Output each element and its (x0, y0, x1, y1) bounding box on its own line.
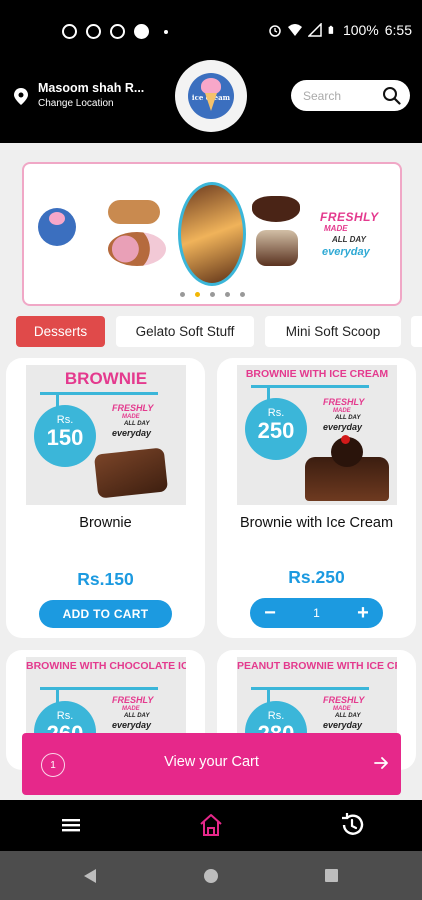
signal-icon (307, 23, 322, 37)
tab-gelato-soft-stuff[interactable]: Gelato Soft Stuff (116, 316, 254, 347)
image-title: BROWINE WITH CHOCOLATE ICE CREAM (26, 660, 186, 672)
search-input[interactable] (303, 88, 373, 103)
image-tag-allday: ALL DAY (335, 713, 361, 719)
banner-tagline-allday: ALL DAY (332, 235, 366, 244)
image-tag-freshly: FRESHLY (112, 403, 154, 413)
promo-banner[interactable]: FRESHLY MADE ALL DAY everyday (22, 162, 402, 306)
banner-tagline-made: MADE (324, 224, 348, 233)
image-tag-everyday: everyday (323, 422, 363, 432)
product-card-brownie[interactable]: BROWNIE Rs. 150 FRESHLY MADE ALL DAY eve… (6, 358, 205, 638)
product-price: Rs.150 (77, 569, 134, 589)
banner-dessert-image (252, 196, 300, 222)
image-tag-freshly: FRESHLY (112, 695, 154, 705)
status-bar: 100% 6:55 (0, 0, 422, 62)
back-icon[interactable] (83, 868, 97, 884)
image-tag-made: MADE (122, 706, 140, 712)
change-location-link[interactable]: Change Location (38, 98, 114, 109)
image-tag-freshly: FRESHLY (323, 695, 365, 705)
carousel-dot-active[interactable] (194, 292, 200, 297)
app-notification-icon (110, 24, 125, 39)
location-pin-icon[interactable] (14, 88, 28, 105)
battery-icon (328, 25, 334, 34)
image-tag-everyday: everyday (112, 428, 152, 438)
more-notifications-icon (164, 29, 168, 34)
status-right: 100% 6:55 (268, 22, 412, 38)
quantity-value: 1 (313, 606, 320, 620)
banner-main-dessert-image (178, 182, 246, 286)
search-icon[interactable] (382, 86, 401, 105)
view-cart-label: View your Cart (164, 754, 259, 770)
product-image[interactable]: BROWNIE Rs. 150 FRESHLY MADE ALL DAY eve… (26, 365, 186, 505)
image-title: PEANUT BROWNIE WITH ICE CREAM (237, 660, 397, 672)
carousel-dot[interactable] (179, 292, 185, 297)
menu-icon[interactable] (58, 812, 84, 838)
carousel-indicator (24, 292, 400, 297)
app-header: 100% 6:55 Masoom shah R... Change Locati… (0, 0, 422, 143)
recents-icon[interactable] (324, 868, 339, 883)
quantity-stepper[interactable]: − 1 + (250, 598, 383, 628)
tab-more[interactable] (411, 316, 422, 347)
carousel-dot[interactable] (239, 292, 245, 297)
brownie-picture (93, 447, 169, 499)
cherry-picture (341, 435, 350, 444)
app-notification-icon (86, 24, 101, 39)
tab-desserts[interactable]: Desserts (16, 316, 105, 347)
circle-notification-icon (134, 24, 149, 39)
brand-logo: ice cream (175, 60, 247, 132)
carousel-dot[interactable] (224, 292, 230, 297)
wifi-icon (287, 24, 302, 36)
image-tag-allday: ALL DAY (335, 415, 361, 421)
add-to-cart-button[interactable]: ADD TO CART (39, 600, 172, 628)
product-name: Brownie (79, 515, 132, 531)
logo-text: ice cream (191, 93, 231, 102)
carousel-dot[interactable] (209, 292, 215, 297)
image-title: BROWNIE WITH ICE CREAM (245, 368, 389, 380)
image-tag-made: MADE (333, 408, 351, 414)
home-circle-icon[interactable] (203, 868, 219, 884)
image-tag-allday: ALL DAY (124, 713, 150, 719)
home-icon[interactable] (198, 812, 224, 838)
image-price-value: 250 (257, 418, 295, 443)
banner-tagline-freshly: FRESHLY (320, 210, 379, 224)
image-tag-made: MADE (333, 706, 351, 712)
history-icon[interactable] (339, 812, 365, 838)
notification-icons (62, 24, 168, 39)
search-bar[interactable] (291, 80, 410, 111)
tab-mini-soft-scoop[interactable]: Mini Soft Scoop (265, 316, 401, 347)
location-name[interactable]: Masoom shah R... (38, 81, 144, 95)
battery-text: 100% (342, 22, 379, 38)
product-name: Brownie with Ice Cream (239, 515, 394, 531)
image-tag-everyday: everyday (323, 720, 363, 730)
image-title: BROWNIE (64, 369, 148, 388)
decrease-quantity-button[interactable]: − (260, 602, 280, 625)
image-tag-allday: ALL DAY (124, 421, 150, 427)
banner-dessert-image (256, 230, 298, 266)
system-navigation-bar (0, 851, 422, 900)
banner-food-image (108, 200, 160, 224)
banner-logo (38, 208, 76, 246)
arrow-right-icon (374, 757, 388, 769)
image-price-badge: Rs. 150 (34, 405, 96, 467)
increase-quantity-button[interactable]: + (353, 602, 373, 625)
bottom-navigation (0, 800, 422, 851)
logo-emblem: ice cream (188, 73, 234, 119)
view-cart-button[interactable]: 1 View your Cart (22, 733, 401, 795)
banner-donuts-image (108, 232, 166, 266)
product-price: Rs.250 (288, 567, 345, 587)
clock: 6:55 (384, 22, 412, 38)
product-image[interactable]: BROWNIE WITH ICE CREAM Rs. 250 FRESHLY M… (237, 365, 397, 505)
image-tag-freshly: FRESHLY (323, 397, 365, 407)
alarm-icon (269, 25, 281, 37)
image-tag-made: MADE (122, 414, 140, 420)
whatsapp-icon (62, 24, 77, 39)
product-card-brownie-ice-cream[interactable]: BROWNIE WITH ICE CREAM Rs. 250 FRESHLY M… (217, 358, 416, 638)
image-tag-everyday: everyday (112, 720, 152, 730)
banner-tagline-everyday: everyday (322, 246, 370, 258)
image-price-value: 150 (46, 425, 84, 450)
image-price-badge: Rs. 250 (245, 398, 307, 460)
